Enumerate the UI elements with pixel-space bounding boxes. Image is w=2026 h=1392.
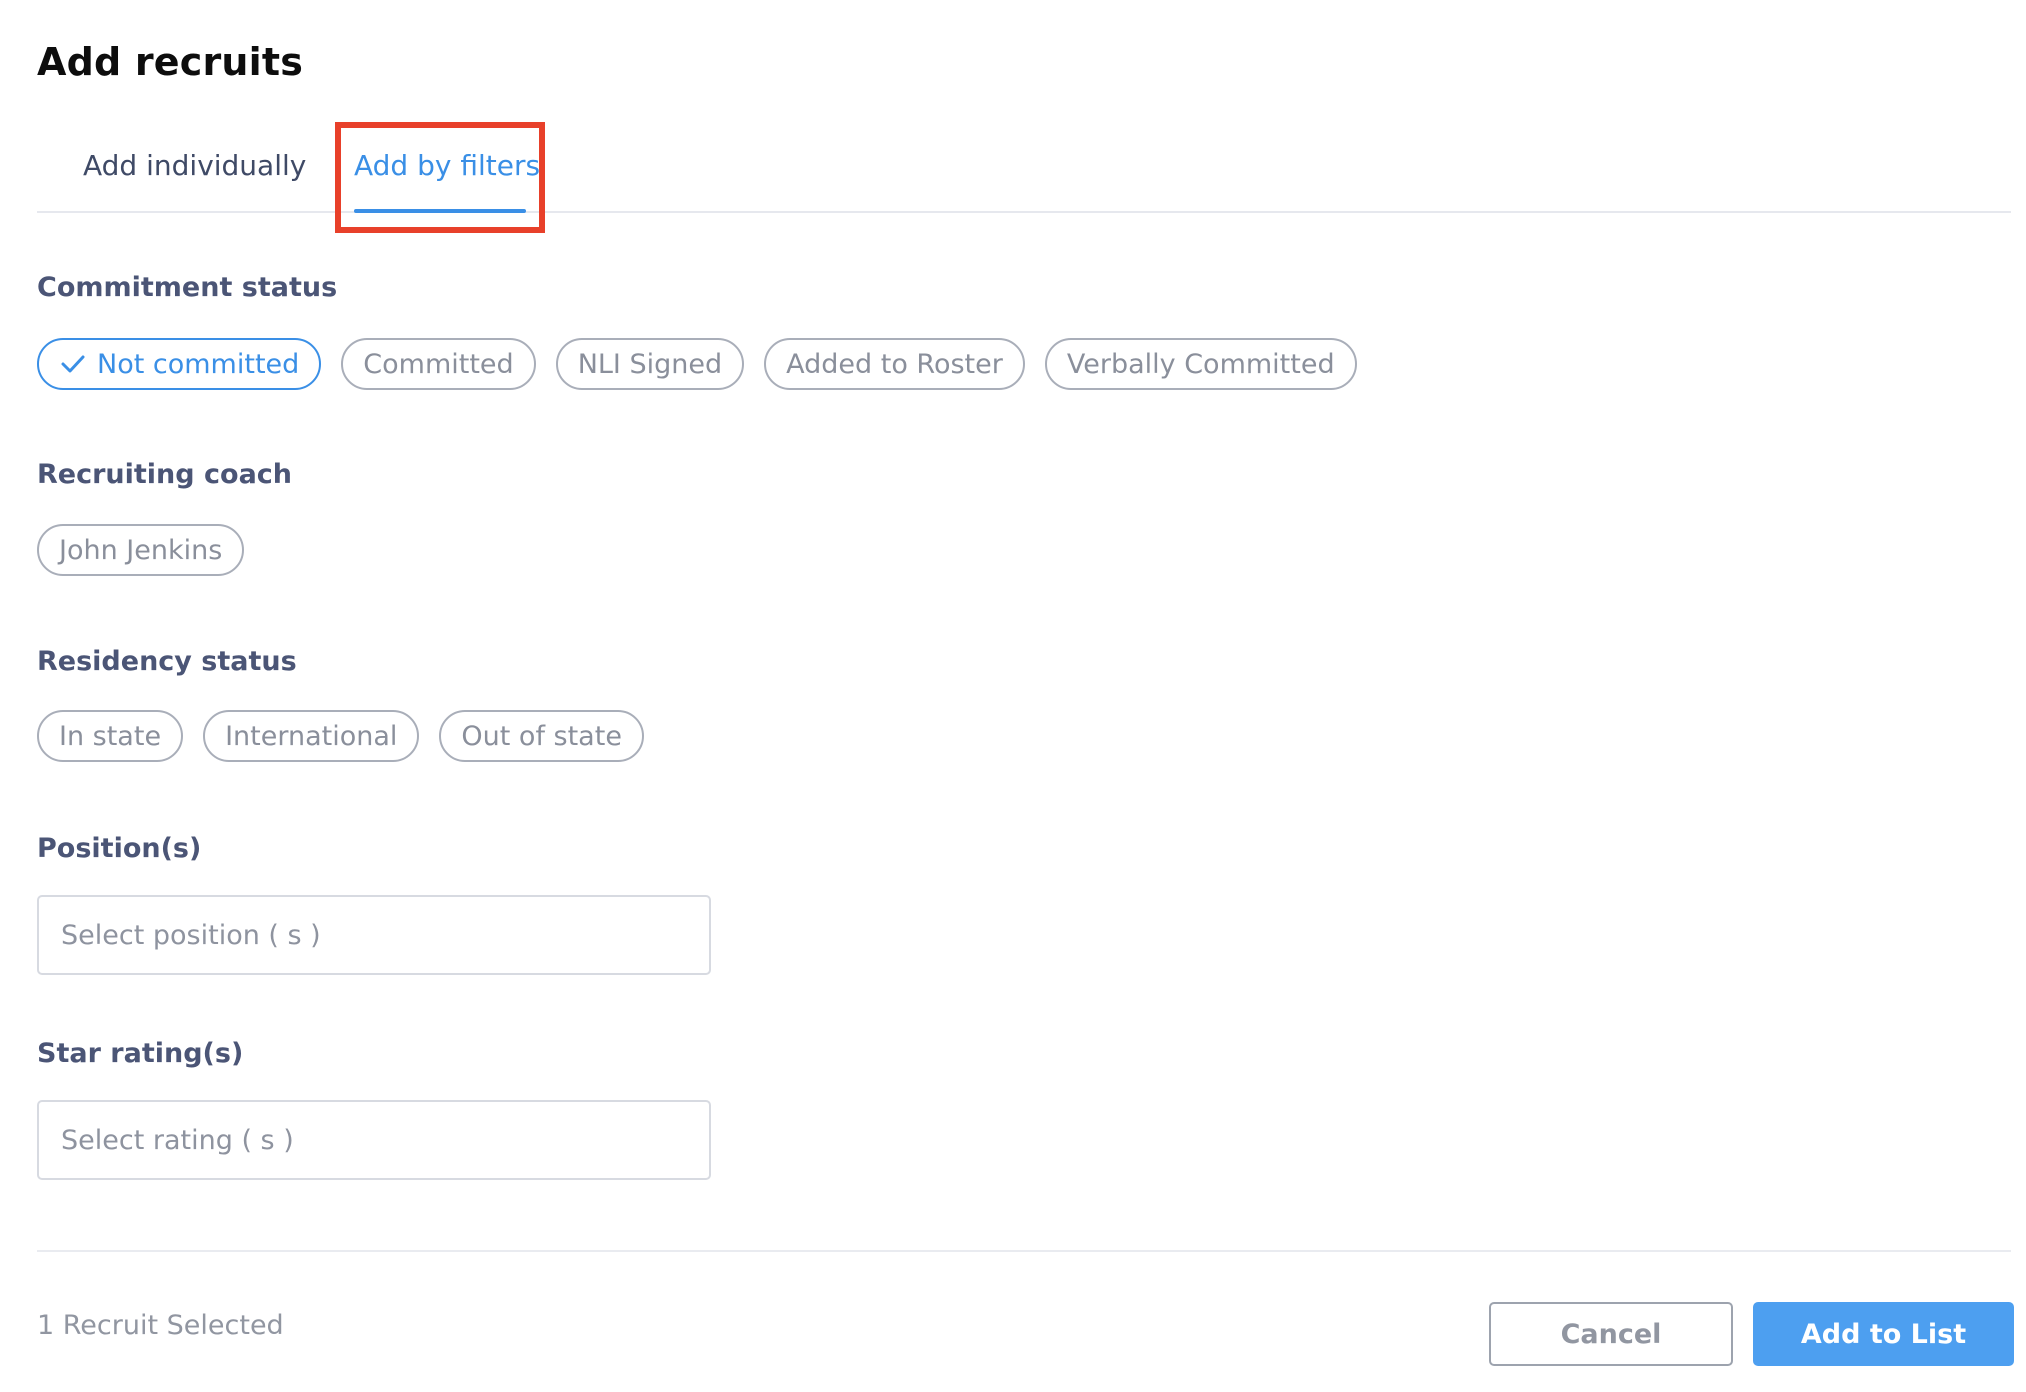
chip-committed[interactable]: Committed (341, 338, 536, 390)
tab-label: Add individually (83, 149, 307, 182)
tab-add-by-filters[interactable]: Add by filters (354, 120, 540, 213)
selection-count: 1 Recruit Selected (37, 1310, 284, 1341)
commitment-status-label: Commitment status (37, 272, 338, 303)
position-select-placeholder: Select position ( s ) (61, 919, 321, 951)
chip-nli-signed[interactable]: NLI Signed (555, 338, 745, 390)
chip-label: NLI Signed (577, 348, 723, 380)
residency-status-label: Residency status (37, 646, 297, 677)
chip-not-committed[interactable]: Not committed (37, 338, 322, 390)
chip-added-to-roster[interactable]: Added to Roster (764, 338, 1025, 390)
cancel-button[interactable]: Cancel (1489, 1302, 1733, 1366)
chip-label: Not committed (97, 348, 300, 380)
rating-select-placeholder: Select rating ( s ) (61, 1124, 294, 1156)
recruiting-coach-options: John Jenkins (37, 524, 245, 576)
position-select[interactable]: Select position ( s ) (37, 895, 711, 975)
tab-add-individually[interactable]: Add individually (83, 120, 306, 213)
add-recruits-dialog: Add recruits Add individually Add by fil… (0, 0, 2026, 1392)
chip-in-state[interactable]: In state (37, 710, 184, 762)
chip-label: Committed (363, 348, 514, 380)
rating-select[interactable]: Select rating ( s ) (37, 1100, 711, 1180)
chip-label: John Jenkins (59, 534, 223, 566)
chip-verbally-committed[interactable]: Verbally Committed (1044, 338, 1357, 390)
positions-label: Position(s) (37, 833, 202, 864)
residency-status-options: In state International Out of state (37, 710, 644, 762)
chip-out-of-state[interactable]: Out of state (439, 710, 644, 762)
chip-john-jenkins[interactable]: John Jenkins (37, 524, 245, 576)
chip-label: In state (59, 720, 162, 752)
recruiting-coach-label: Recruiting coach (37, 459, 293, 490)
dialog-title: Add recruits (37, 40, 304, 84)
chip-label: Added to Roster (786, 348, 1003, 380)
tab-bar: Add individually Add by filters (37, 120, 2011, 213)
tab-label: Add by filters (354, 149, 541, 182)
commitment-status-options: Not committed Committed NLI Signed Added… (37, 338, 1357, 390)
star-ratings-label: Star rating(s) (37, 1038, 244, 1069)
footer-divider (37, 1250, 2011, 1252)
add-to-list-button[interactable]: Add to List (1753, 1302, 2014, 1366)
chip-label: Out of state (461, 720, 622, 752)
chip-international[interactable]: International (203, 710, 420, 762)
chip-label: Verbally Committed (1066, 348, 1335, 380)
check-icon (61, 355, 85, 373)
chip-label: International (225, 720, 398, 752)
active-tab-indicator (354, 209, 526, 213)
